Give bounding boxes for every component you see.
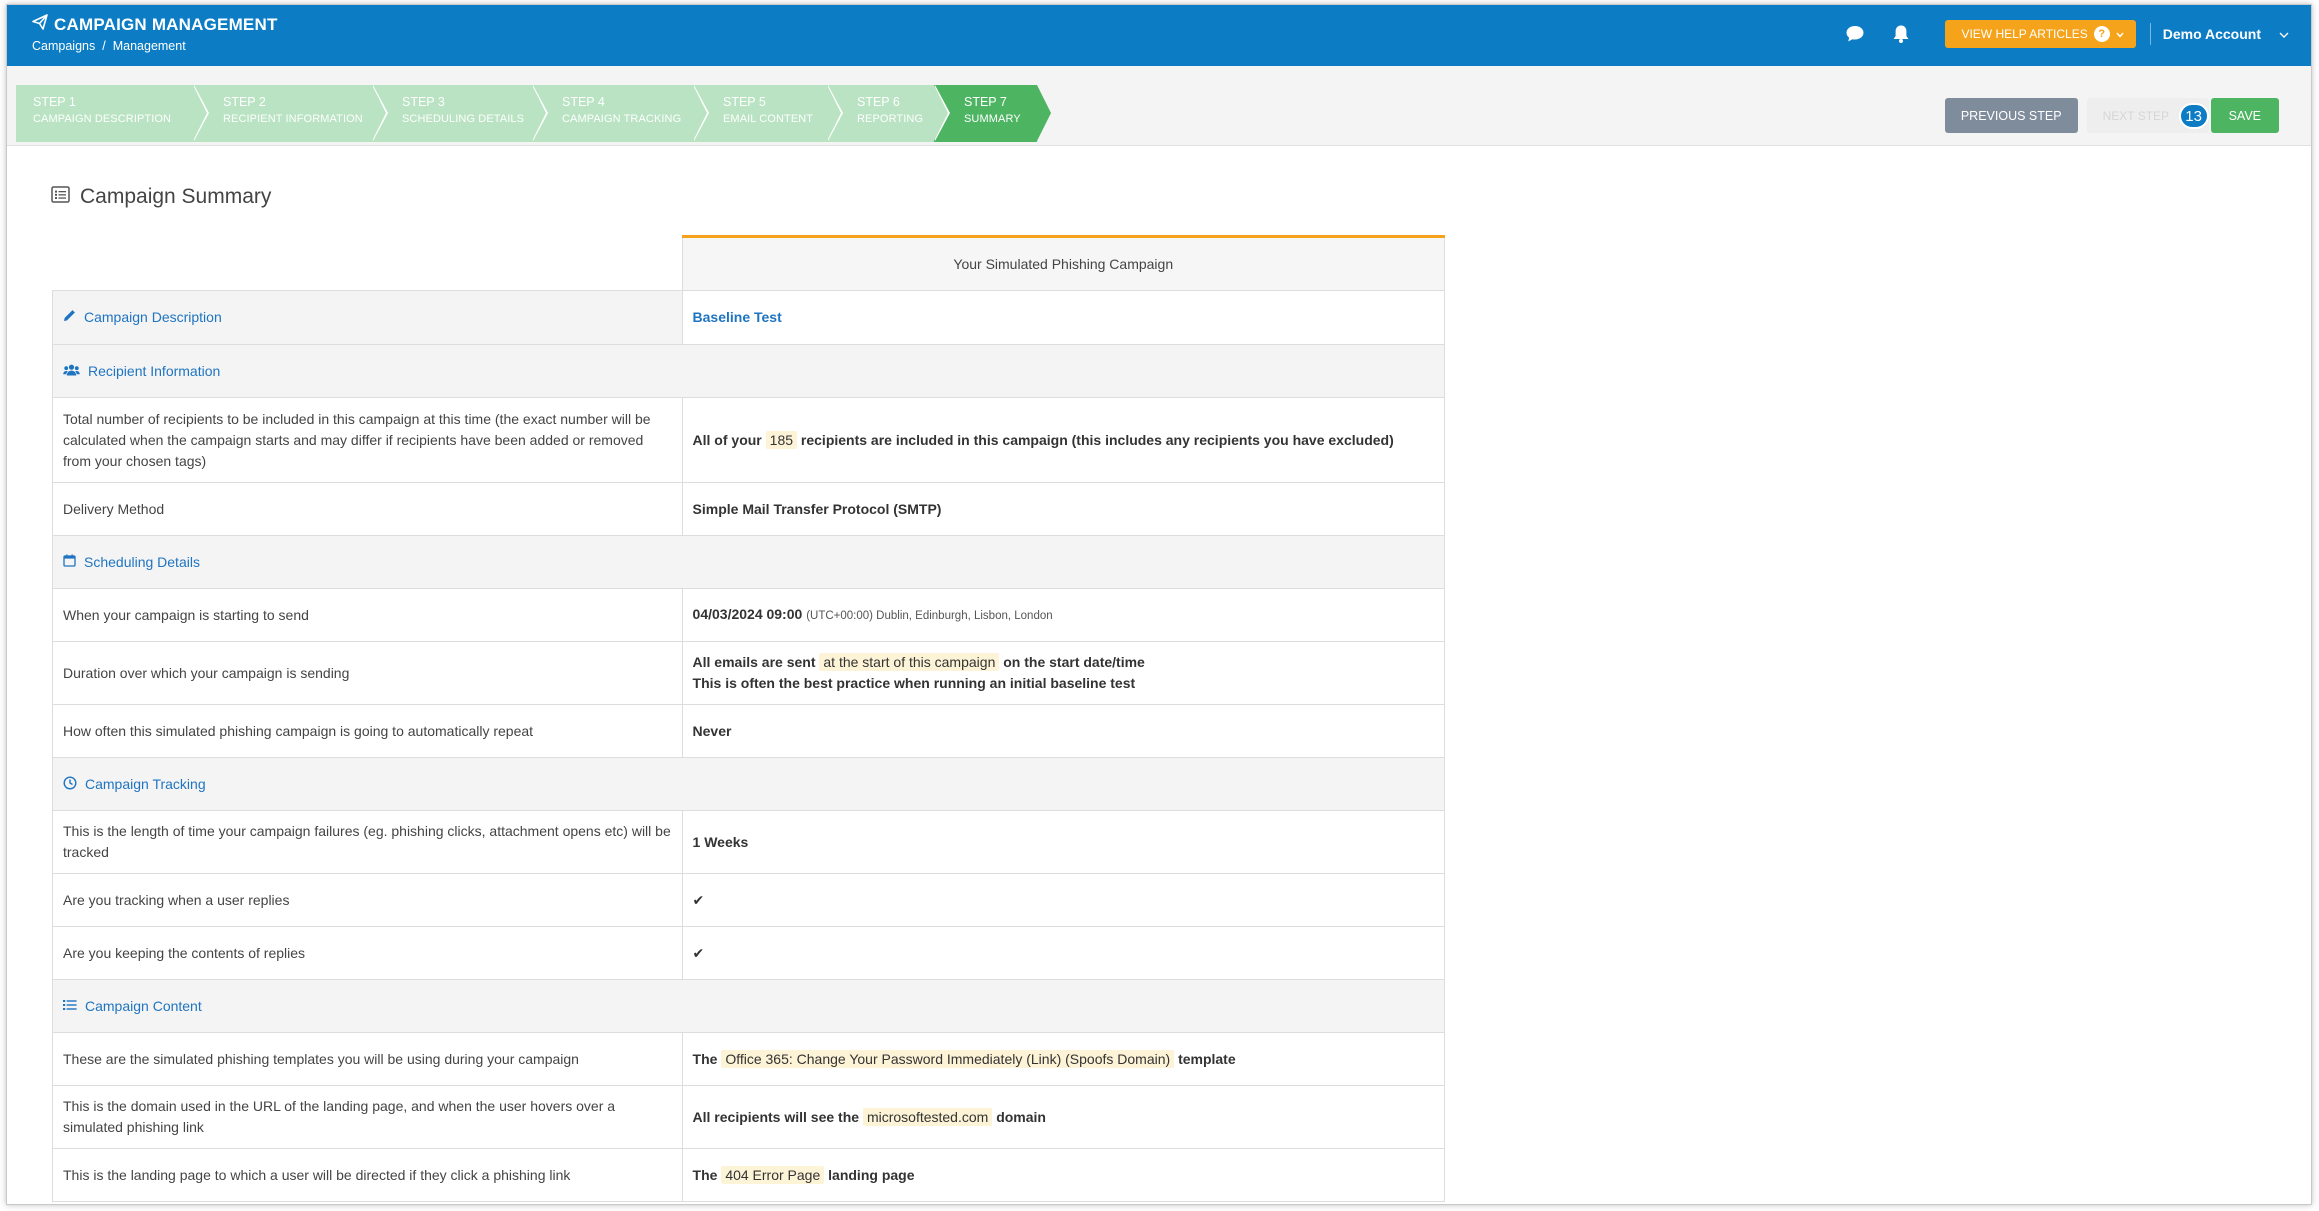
pencil-icon [63,307,76,328]
view-help-articles-button[interactable]: VIEW HELP ARTICLES ? [1945,20,2136,48]
section-title-recipients: Recipient Information [88,363,221,379]
replies-label: Are you tracking when a user replies [52,873,683,927]
section-row-recipients: Recipient Information [52,344,1445,398]
section-title-content: Campaign Content [85,998,202,1014]
section-row-description: Campaign Description Baseline Test [52,290,1446,345]
next-step-button: NEXT STEP 13 [2086,98,2209,133]
section-title-tracking: Campaign Tracking [85,776,206,792]
paper-plane-icon [32,14,48,35]
step-email-content[interactable]: STEP 5 EMAIL CONTENT [693,85,843,142]
account-name: Demo Account [2162,26,2261,42]
section-row-content: Campaign Content [52,979,1445,1033]
page-title: Campaign Summary [51,185,271,209]
column-header: Your Simulated Phishing Campaign [681,235,1446,291]
repeat-value: Never [681,704,1446,758]
clock-icon [63,775,77,793]
wizard-steps: STEP 1 CAMPAIGN DESCRIPTION STEP 2 RECIP… [16,85,1053,142]
step-scheduling-details[interactable]: STEP 3 SCHEDULING DETAILS [372,85,548,142]
start-value: 04/03/2024 09:00 (UTC+00:00) Dublin, Edi… [681,588,1446,642]
duration-label: Duration over which your campaign is sen… [52,641,683,705]
chevron-down-icon [2279,26,2289,42]
tracklen-label: This is the length of time your campaign… [52,810,683,874]
landing-value: The 404 Error Page landing page [681,1148,1446,1202]
wizard-actions: PREVIOUS STEP NEXT STEP 13 SAVE [1944,98,2279,133]
main-content: Campaign Summary Your Simulated Phishing… [7,147,2311,1204]
table-row: Total number of recipients to be include… [52,397,1446,483]
duration-value: All emails are sent at the start of this… [681,641,1446,705]
breadcrumb-separator: / [102,39,106,53]
chevron-down-icon [2116,27,2124,41]
campaign-summary-table: Your Simulated Phishing Campaign Campaig… [52,235,1446,1202]
breadcrumb-management: Management [112,39,186,53]
previous-step-button[interactable]: PREVIOUS STEP [1944,98,2078,133]
check-icon: ✔ [681,873,1446,927]
table-row: Delivery Method Simple Mail Transfer Pro… [52,482,1446,536]
users-icon [63,363,80,379]
description-value: Baseline Test [681,290,1446,345]
delivery-label: Delivery Method [52,482,683,536]
section-row-tracking: Campaign Tracking [52,757,1445,811]
domain-value: All recipients will see the microsoftest… [681,1085,1446,1149]
step-campaign-tracking[interactable]: STEP 4 CAMPAIGN TRACKING [532,85,709,142]
delivery-value: Simple Mail Transfer Protocol (SMTP) [681,482,1446,536]
tracklen-value: 1 Weeks [681,810,1446,874]
table-row: When your campaign is starting to send 0… [52,588,1446,642]
table-row: Duration over which your campaign is sen… [52,641,1446,705]
timezone: (UTC+00:00) Dublin, Edinburgh, Lisbon, L… [806,609,1053,622]
table-header-row: Your Simulated Phishing Campaign [53,235,1446,291]
chat-icon[interactable] [1841,20,1869,48]
recipients-count: 185 [765,430,798,449]
calendar-icon [63,554,76,570]
table-row: This is the landing page to which a user… [52,1148,1446,1202]
templates-label: These are the simulated phishing templat… [52,1032,683,1086]
breadcrumb-campaigns[interactable]: Campaigns [32,39,95,53]
divider [2149,23,2151,45]
top-header: CAMPAIGN MANAGEMENT Campaigns / Manageme… [7,5,2311,66]
app-title: CAMPAIGN MANAGEMENT [32,14,278,35]
table-row: This is the length of time your campaign… [52,810,1446,874]
app-window: CAMPAIGN MANAGEMENT Campaigns / Manageme… [6,4,2312,1205]
list-icon [63,998,77,1014]
step-reporting[interactable]: STEP 6 REPORTING [827,85,950,142]
wizard-bar: STEP 1 CAMPAIGN DESCRIPTION STEP 2 RECIP… [7,66,2311,146]
landing-label: This is the landing page to which a user… [52,1148,683,1202]
header-actions: VIEW HELP ARTICLES ? Demo Account [1841,20,2289,48]
bell-icon[interactable] [1887,20,1915,48]
question-icon: ? [2093,26,2110,42]
table-row: How often this simulated phishing campai… [52,704,1446,758]
table-row: This is the domain used in the URL of th… [52,1085,1446,1149]
recipients-label: Total number of recipients to be include… [52,397,683,483]
save-button[interactable]: SAVE [2210,98,2279,133]
keep-label: Are you keeping the contents of replies [52,926,683,980]
table-row: These are the simulated phishing templat… [52,1032,1446,1086]
step-recipient-information[interactable]: STEP 2 RECIPIENT INFORMATION [193,85,388,142]
domain-label: This is the domain used in the URL of th… [52,1085,683,1149]
section-row-scheduling: Scheduling Details [52,535,1445,589]
breadcrumb: Campaigns / Management [32,39,186,53]
step-campaign-description[interactable]: STEP 1 CAMPAIGN DESCRIPTION [16,85,209,142]
notification-badge: 13 [2178,103,2209,129]
section-title-description: Campaign Description [84,309,222,325]
account-menu[interactable]: Demo Account [2163,26,2289,42]
table-row: Are you tracking when a user replies ✔ [52,873,1446,927]
check-icon: ✔ [681,926,1446,980]
templates-value: The Office 365: Change Your Password Imm… [681,1032,1446,1086]
start-label: When your campaign is starting to send [52,588,683,642]
recipients-value: All of your 185 recipients are included … [681,397,1446,483]
table-row: Are you keeping the contents of replies … [52,926,1446,980]
section-title-scheduling: Scheduling Details [84,554,200,570]
list-alt-icon [51,185,70,209]
repeat-label: How often this simulated phishing campai… [52,704,683,758]
